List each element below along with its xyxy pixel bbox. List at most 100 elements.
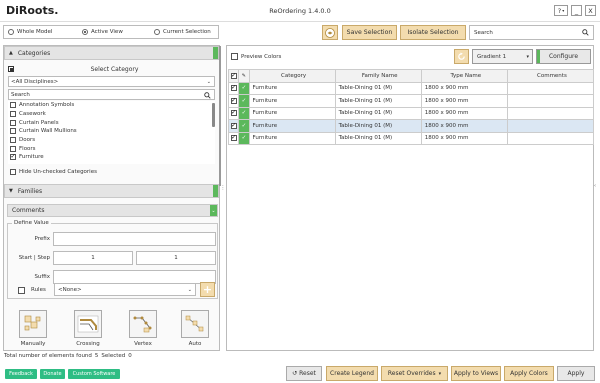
cell-type[interactable]: 1800 x 900 mm <box>420 119 508 133</box>
suffix-field[interactable] <box>53 270 216 284</box>
cell-category[interactable]: Furniture <box>248 131 336 145</box>
cell-comments[interactable] <box>506 81 595 95</box>
search-box[interactable]: Search <box>469 25 594 40</box>
cell-family[interactable]: Table-Dining 01 (M) <box>334 94 422 108</box>
scope-option-current-selection[interactable]: Current Selection <box>154 29 211 35</box>
reset-button[interactable]: ↺ Reset <box>286 366 322 381</box>
column-header-comments[interactable]: Comments <box>506 69 595 83</box>
column-header-family[interactable]: Family Name <box>334 69 422 83</box>
rules-dropdown[interactable]: <None> ⌄ <box>54 283 196 296</box>
row-checkbox-cell[interactable] <box>227 94 240 108</box>
checkbox-checked[interactable] <box>230 110 237 117</box>
search-input[interactable]: Search <box>474 30 493 36</box>
checkbox-checked[interactable] <box>10 154 16 161</box>
start-field[interactable]: 1 <box>53 251 133 265</box>
list-item[interactable]: Floors <box>8 144 215 153</box>
column-header-type[interactable]: Type Name <box>420 69 508 83</box>
checkbox[interactable] <box>231 53 238 60</box>
cell-type[interactable]: 1800 x 900 mm <box>420 106 508 120</box>
category-list-scrollbar[interactable] <box>212 103 215 127</box>
list-item[interactable]: Doors <box>8 136 215 145</box>
row-checkbox-cell[interactable] <box>227 119 240 133</box>
list-item[interactable]: Curtain Panels <box>8 118 215 127</box>
vertex-button[interactable] <box>129 310 157 338</box>
crossing-button[interactable] <box>74 310 102 338</box>
cell-type[interactable]: 1800 x 900 mm <box>420 94 508 108</box>
table-row[interactable]: ✓ Furniture Table-Dining 01 (M) 1800 x 9… <box>227 131 595 145</box>
categories-section-header[interactable]: ▲ Categories <box>4 46 219 60</box>
reset-overrides-button[interactable]: Reset Overrides ▾ <box>381 366 448 381</box>
prefix-field[interactable] <box>53 232 216 246</box>
list-item[interactable]: Curtain Wall Mullions <box>8 127 215 136</box>
checkbox-checked[interactable] <box>230 97 237 104</box>
checkbox[interactable] <box>10 169 16 175</box>
checkbox[interactable] <box>10 128 16 135</box>
minimize-button[interactable]: _ <box>571 5 582 16</box>
cell-family[interactable]: Table-Dining 01 (M) <box>334 131 422 145</box>
auto-button[interactable] <box>181 310 209 338</box>
configure-button[interactable]: Configure <box>536 49 591 64</box>
checkbox[interactable] <box>10 119 16 126</box>
cell-comments[interactable] <box>506 94 595 108</box>
list-item[interactable]: Annotation Symbols <box>8 101 215 110</box>
select-category-row[interactable]: Select Category <box>8 64 215 74</box>
checkbox-checked[interactable] <box>230 85 237 92</box>
close-button[interactable]: X <box>585 5 596 16</box>
category-search-input[interactable]: Search <box>11 92 30 98</box>
panel-splitter[interactable]: ⋮ <box>221 185 226 191</box>
table-row[interactable]: ✓ Furniture Table-Dining 01 (M) 1800 x 9… <box>227 106 595 120</box>
manually-button[interactable] <box>19 310 47 338</box>
checkbox-checked[interactable] <box>230 122 237 129</box>
cell-type[interactable]: 1800 x 900 mm <box>420 131 508 145</box>
preview-colors-toggle[interactable]: Preview Colors <box>231 53 281 60</box>
row-checkbox-cell[interactable] <box>227 81 240 95</box>
checkbox[interactable] <box>10 102 16 109</box>
isolate-selection-button[interactable]: Isolate Selection <box>400 25 466 40</box>
gradient-dropdown[interactable]: Gradient 1 ▾ <box>472 49 533 64</box>
checkbox[interactable] <box>10 137 16 144</box>
column-header-category[interactable]: Category <box>248 69 336 83</box>
donate-button[interactable]: Donate <box>40 369 65 379</box>
scope-option-active-view[interactable]: Active View <box>82 29 123 35</box>
families-section-header[interactable]: ▼ Families <box>4 184 219 198</box>
select-all-header[interactable] <box>227 69 240 83</box>
discipline-dropdown[interactable]: <All Disciplines> ⌄ <box>8 76 215 87</box>
list-item[interactable]: Casework <box>8 110 215 119</box>
apply-to-views-button[interactable]: Apply to Views <box>451 366 501 381</box>
custom-software-button[interactable]: Custom Software <box>68 369 120 379</box>
table-row[interactable]: ✓ Furniture Table-Dining 01 (M) 1800 x 9… <box>227 94 595 108</box>
checkbox-checked[interactable] <box>230 72 237 79</box>
cell-comments[interactable] <box>506 106 595 120</box>
hide-unchecked-row[interactable]: Hide Un-checked Categories <box>8 167 215 177</box>
apply-button[interactable]: Apply <box>557 366 595 381</box>
refresh-gradient-button[interactable] <box>454 49 469 64</box>
help-button[interactable]: ? ▾ <box>554 5 568 16</box>
cell-category[interactable]: Furniture <box>248 94 336 108</box>
left-panel-scrollbar[interactable] <box>219 46 221 186</box>
feedback-button[interactable]: Feedback <box>5 369 37 379</box>
category-search-box[interactable]: Search <box>8 89 215 100</box>
create-legend-button[interactable]: Create Legend <box>326 366 378 381</box>
save-selection-button[interactable]: Save Selection <box>342 25 397 40</box>
checkbox[interactable] <box>10 145 16 152</box>
layers-button[interactable] <box>322 25 338 40</box>
parameter-dropdown[interactable]: Comments ⌄ <box>7 204 218 217</box>
table-row-selected[interactable]: ✓ Furniture Table-Dining 01 (M) 1800 x 9… <box>227 119 595 133</box>
cell-family[interactable]: Table-Dining 01 (M) <box>334 81 422 95</box>
list-item[interactable]: Furniture <box>8 153 215 162</box>
collapse-right-icon[interactable]: ‹ <box>594 183 600 191</box>
cell-category[interactable]: Furniture <box>248 81 336 95</box>
apply-colors-button[interactable]: Apply Colors <box>504 366 554 381</box>
checkbox[interactable] <box>10 111 16 118</box>
step-field[interactable]: 1 <box>136 251 216 265</box>
table-row[interactable]: ✓ Furniture Table-Dining 01 (M) 1800 x 9… <box>227 81 595 95</box>
rules-checkbox[interactable] <box>18 286 25 294</box>
scope-option-whole-model[interactable]: Whole Model <box>8 29 52 35</box>
row-checkbox-cell[interactable] <box>227 131 240 145</box>
row-checkbox-cell[interactable] <box>227 106 240 120</box>
cell-comments[interactable] <box>506 119 595 133</box>
checkbox-checked[interactable] <box>230 135 237 142</box>
add-rule-button[interactable]: + <box>200 282 215 297</box>
cell-type[interactable]: 1800 x 900 mm <box>420 81 508 95</box>
cell-category[interactable]: Furniture <box>248 119 336 133</box>
